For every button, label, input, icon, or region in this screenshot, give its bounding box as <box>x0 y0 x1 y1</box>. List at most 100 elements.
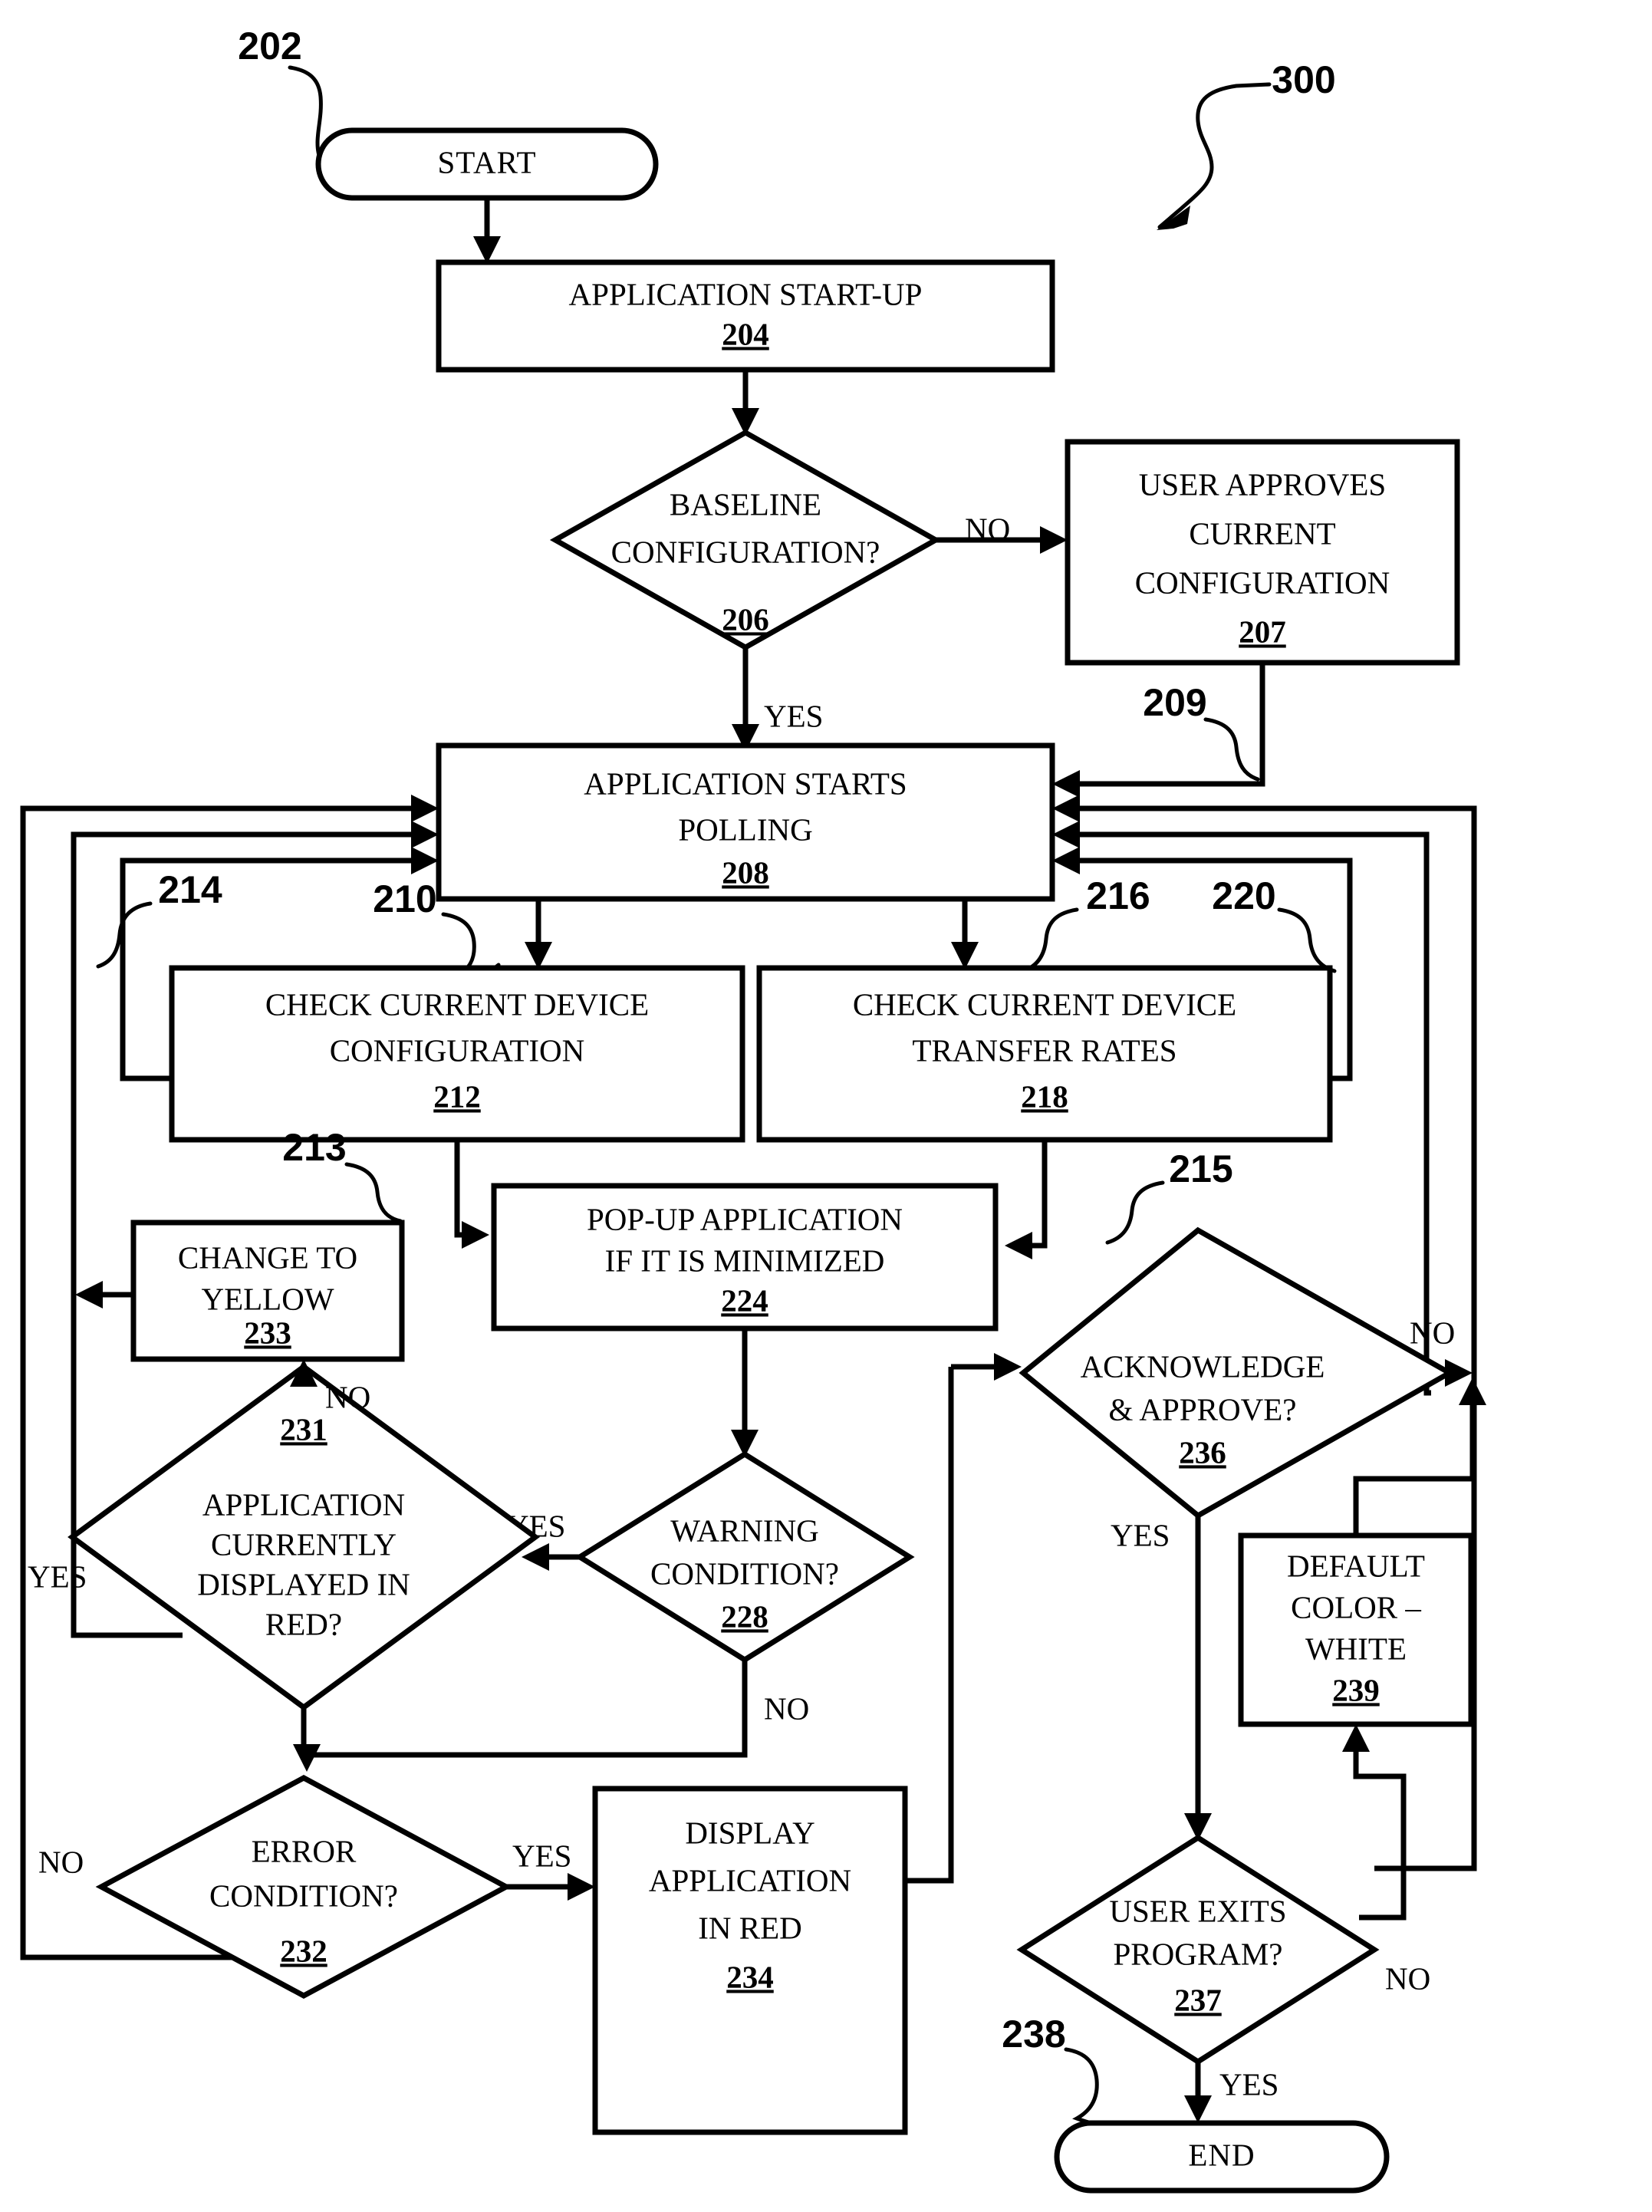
node-239-line1: DEFAULT <box>1287 1548 1425 1583</box>
edge-label-231-no: NO <box>325 1379 370 1414</box>
node-224-ref: 224 <box>721 1282 768 1318</box>
node-application-startup: APPLICATION START-UP 204 <box>436 259 1055 373</box>
node-228-line1: WARNING <box>670 1513 819 1548</box>
edge-label-236-yes: YES <box>1111 1517 1170 1552</box>
node-233-ref: 233 <box>244 1315 291 1350</box>
node-start-label: START <box>437 144 536 179</box>
node-234-line2: APPLICATION <box>649 1862 851 1898</box>
ref-210: 210 <box>373 877 436 920</box>
figure-number: 300 <box>1272 58 1335 101</box>
node-231-ref: 231 <box>280 1411 327 1447</box>
node-206-line1: BASELINE <box>670 486 821 522</box>
edge-label-232-yes: YES <box>512 1838 571 1873</box>
leader-238: 238 <box>1002 2013 1116 2128</box>
node-204-line1: APPLICATION START-UP <box>569 276 923 311</box>
node-224-line1: POP-UP APPLICATION <box>587 1201 903 1236</box>
node-user-approves-configuration: USER APPROVES CURRENT CONFIGURATION 207 <box>1065 439 1460 666</box>
edge-label-236-no: NO <box>1410 1315 1455 1350</box>
edge-218-to-224 <box>1020 1140 1048 1249</box>
node-208-line1: APPLICATION STARTS <box>584 765 907 801</box>
node-popup-application: POP-UP APPLICATION IF IT IS MINIMIZED 22… <box>491 1183 999 1331</box>
leader-215: 215 <box>1105 1147 1233 1245</box>
edge-label-206-yes: YES <box>764 698 823 733</box>
flowchart-figure: 300 202 START APPLICATION START-UP 204 B… <box>0 0 1652 2212</box>
node-207-ref: 207 <box>1239 614 1286 649</box>
edge-label-231-yes: YES <box>28 1559 87 1594</box>
node-check-device-transfer-rates: CHECK CURRENT DEVICE TRANSFER RATES 218 <box>756 965 1333 1143</box>
node-237-line2: PROGRAM? <box>1114 1936 1283 1971</box>
node-233-line1: CHANGE TO <box>178 1239 357 1275</box>
node-212-line1: CHECK CURRENT DEVICE <box>265 986 649 1022</box>
node-warning-condition: WARNING CONDITION? 228 <box>574 1450 915 1664</box>
node-212-ref: 212 <box>433 1078 481 1114</box>
ref-214: 214 <box>158 868 222 911</box>
node-display-application-in-red: DISPLAY APPLICATION IN RED 234 <box>592 1786 908 2135</box>
node-234-ref: 234 <box>726 1959 774 1994</box>
leader-209: 209 <box>1143 681 1260 782</box>
node-208-ref: 208 <box>722 854 769 890</box>
node-end-label: END <box>1188 2137 1255 2172</box>
node-218-line2: TRANSFER RATES <box>912 1032 1176 1068</box>
node-user-exits-program: USER EXITS PROGRAM? 237 <box>1016 1834 1380 2066</box>
node-231-line2: CURRENTLY <box>211 1526 397 1562</box>
node-232-ref: 232 <box>280 1933 327 1968</box>
node-207-line2: CURRENT <box>1189 515 1335 551</box>
node-212-line2: CONFIGURATION <box>330 1032 585 1068</box>
node-233-line2: YELLOW <box>201 1281 334 1316</box>
node-231-line1: APPLICATION <box>202 1486 405 1522</box>
node-237-ref: 237 <box>1174 1982 1222 2017</box>
node-239-line2: COLOR – <box>1291 1589 1421 1624</box>
node-207-line1: USER APPROVES <box>1139 466 1386 502</box>
node-231-line3: DISPLAYED IN <box>197 1566 410 1601</box>
edge-228-no <box>307 1660 748 1758</box>
node-236-line1: ACKNOWLEDGE <box>1081 1348 1325 1384</box>
node-236-ref: 236 <box>1179 1434 1226 1470</box>
edge-label-237-yes: YES <box>1219 2066 1278 2102</box>
node-234-line3: IN RED <box>698 1910 802 1945</box>
edge-label-237-no: NO <box>1385 1960 1430 1996</box>
node-218-line1: CHECK CURRENT DEVICE <box>853 986 1236 1022</box>
node-application-displayed-in-red: 231 APPLICATION CURRENTLY DISPLAYED IN R… <box>67 1363 540 1711</box>
node-239-ref: 239 <box>1332 1672 1380 1707</box>
ref-209: 209 <box>1143 681 1206 724</box>
node-224-line2: IF IT IS MINIMIZED <box>605 1243 885 1278</box>
edge-212-to-224 <box>454 1140 474 1238</box>
edge-237-no-to-239 <box>1353 1740 1407 1921</box>
leader-214: 214 <box>96 868 222 969</box>
node-236-line2: & APPROVE? <box>1109 1391 1297 1427</box>
node-208-line2: POLLING <box>678 811 812 847</box>
node-237-line1: USER EXITS <box>1109 1893 1286 1928</box>
node-baseline-configuration: BASELINE CONFIGURATION? 206 <box>549 429 942 651</box>
edge-234-to-236-rail <box>905 1367 954 1884</box>
node-default-color-white: DEFAULT COLOR – WHITE 239 <box>1238 1532 1474 1727</box>
node-error-condition: ERROR CONDITION? 232 <box>95 1775 512 1999</box>
node-232-line2: CONDITION? <box>209 1878 398 1913</box>
node-228-ref: 228 <box>721 1598 768 1634</box>
node-application-starts-polling: APPLICATION STARTS POLLING 208 <box>436 742 1055 902</box>
node-check-device-configuration: CHECK CURRENT DEVICE CONFIGURATION 212 <box>169 965 745 1143</box>
node-218-ref: 218 <box>1021 1078 1068 1114</box>
node-end: END <box>1054 2120 1390 2194</box>
node-acknowledge-approve: ACKNOWLEDGE & APPROVE? 236 <box>1019 1226 1456 1519</box>
edge-label-206-no: NO <box>965 511 1010 546</box>
ref-215: 215 <box>1169 1147 1232 1190</box>
ref-220: 220 <box>1212 874 1275 917</box>
ref-213: 213 <box>282 1126 346 1169</box>
node-232-line1: ERROR <box>252 1833 357 1868</box>
figure-leader-300: 300 <box>1157 58 1336 230</box>
ref-202: 202 <box>238 25 301 67</box>
node-206-line2: CONFIGURATION? <box>611 534 880 569</box>
node-start: START <box>315 127 659 201</box>
node-239-line3: WHITE <box>1305 1631 1407 1666</box>
ref-216: 216 <box>1086 874 1150 917</box>
node-228-line2: CONDITION? <box>650 1555 839 1591</box>
edge-label-228-no: NO <box>764 1690 809 1726</box>
edge-label-232-no: NO <box>38 1844 84 1879</box>
node-231-line4: RED? <box>265 1606 342 1641</box>
node-234-line1: DISPLAY <box>685 1815 814 1850</box>
node-207-line3: CONFIGURATION <box>1135 565 1390 600</box>
node-change-to-yellow: CHANGE TO YELLOW 233 <box>130 1220 405 1362</box>
leader-220: 220 <box>1212 874 1337 973</box>
flowchart-canvas: 300 202 START APPLICATION START-UP 204 B… <box>20 25 1486 2194</box>
node-204-ref: 204 <box>722 316 769 351</box>
